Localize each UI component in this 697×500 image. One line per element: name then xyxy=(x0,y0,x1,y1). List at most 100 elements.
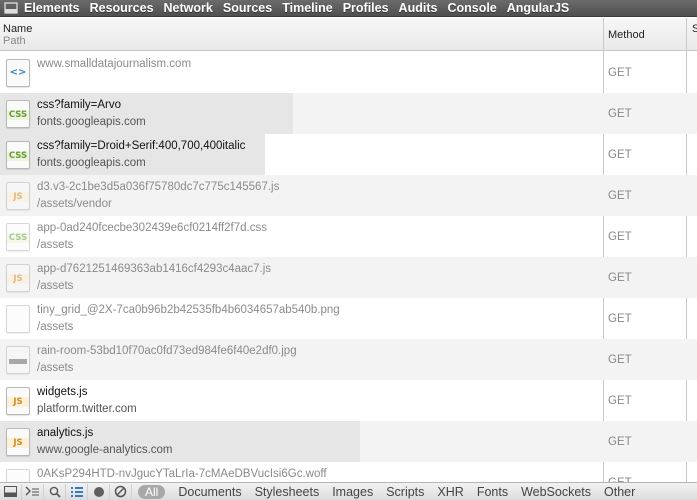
path-header-label: Path xyxy=(3,35,26,47)
request-name: css?family=Arvo xyxy=(37,99,122,111)
request-method: GET xyxy=(608,190,632,202)
record-button[interactable] xyxy=(88,483,110,500)
request-path: /assets xyxy=(37,321,74,333)
network-bottom-toolbar: All Documents Stylesheets Images Scripts… xyxy=(0,482,697,500)
request-method: GET xyxy=(608,436,632,448)
dock-side-icon xyxy=(4,486,17,497)
request-path: /assets xyxy=(37,239,74,251)
request-row[interactable]: tiny_grid_@2X-7ca0b96b2b42535fb4b6034657… xyxy=(0,298,697,339)
image-thumbnail xyxy=(9,359,27,364)
request-method: GET xyxy=(608,149,632,161)
filter-documents[interactable]: Documents xyxy=(178,485,241,499)
record-icon xyxy=(93,486,104,497)
icon-label: CSS xyxy=(7,151,29,161)
tab-profiles[interactable]: Profiles xyxy=(338,0,394,16)
css-icon: CSS xyxy=(6,223,30,251)
request-row[interactable]: <> www.smalldatajournalism.com GET xyxy=(0,52,697,93)
filter-all[interactable]: All xyxy=(138,484,166,499)
image-icon xyxy=(6,346,30,374)
filter-scripts[interactable]: Scripts xyxy=(386,485,424,499)
html-icon: <> xyxy=(6,59,30,87)
request-method: GET xyxy=(608,395,632,407)
filter-images[interactable]: Images xyxy=(332,485,373,499)
css-icon: CSS xyxy=(6,100,30,128)
request-path: fonts.googleapis.com xyxy=(37,116,146,128)
icon-label: <> xyxy=(9,67,27,78)
request-row[interactable]: JS d3.v3-2c1be3d5a036f75780dc7c775c145567… xyxy=(0,175,697,216)
icon-label: JS xyxy=(7,438,29,448)
tab-sources[interactable]: Sources xyxy=(218,0,277,16)
dock-side-button[interactable] xyxy=(0,483,22,500)
request-row[interactable]: JS analytics.js www.google-analytics.com GE… xyxy=(0,421,697,462)
request-name: analytics.js xyxy=(37,427,94,439)
filter-other[interactable]: Other xyxy=(604,485,635,499)
request-row[interactable]: CSS app-0ad240fcecbe302439e6cf0214ff2f7d.… xyxy=(0,216,697,257)
request-name: app-d7621251469363ab1416cf4293c4aac7.js xyxy=(37,263,272,275)
request-name: www.smalldatajournalism.com xyxy=(37,58,192,70)
icon-label: JS xyxy=(7,192,29,202)
tab-resources[interactable]: Resources xyxy=(85,0,159,16)
method-column-header[interactable]: Method xyxy=(608,29,645,41)
js-icon: JS xyxy=(6,264,30,292)
image-icon xyxy=(6,305,30,333)
clear-icon xyxy=(114,485,127,498)
request-name: app-0ad240fcecbe302439e6cf0214ff2f7d.css xyxy=(37,222,267,234)
request-row[interactable]: JS widgets.js platform.twitter.com GET xyxy=(0,380,697,421)
next-header-label: S xyxy=(692,23,697,35)
request-name: d3.v3-2c1be3d5a036f75780dc7c775c145567.j… xyxy=(37,181,280,193)
request-path: fonts.googleapis.com xyxy=(37,157,146,169)
tab-network[interactable]: Network xyxy=(159,0,218,16)
search-icon xyxy=(49,486,61,498)
request-name: 0AKsP294HTD-nvJgucYTaLrIa-7cMAeDBVucIsi6… xyxy=(37,468,327,480)
filter-websockets[interactable]: WebSockets xyxy=(521,485,591,499)
request-path: /assets xyxy=(37,280,74,292)
js-icon: JS xyxy=(6,428,30,456)
icon-label: CSS xyxy=(7,110,29,120)
request-row[interactable]: rain-room-53bd10f70ac0fd73ed984fe6f40e2d… xyxy=(0,339,697,380)
request-method: GET xyxy=(608,272,632,284)
request-path: www.google-analytics.com xyxy=(37,444,173,456)
panel-tab-bar: Elements Resources Network Sources Timel… xyxy=(0,0,697,17)
css-icon: CSS xyxy=(6,141,30,169)
request-method: GET xyxy=(608,354,632,366)
network-table-header: Name Path Method S xyxy=(0,18,697,51)
request-path: platform.twitter.com xyxy=(37,403,137,415)
search-button[interactable] xyxy=(44,483,66,500)
request-path: /assets xyxy=(37,362,74,374)
request-name: rain-room-53bd10f70ac0fd73ed984fe6f40e2d… xyxy=(37,345,297,357)
name-header-label: Name xyxy=(3,23,33,35)
request-method: GET xyxy=(608,67,632,79)
dock-icon[interactable] xyxy=(4,2,18,14)
js-icon: JS xyxy=(6,182,30,210)
request-method: GET xyxy=(608,231,632,243)
filter-xhr[interactable]: XHR xyxy=(437,485,463,499)
filter-fonts[interactable]: Fonts xyxy=(477,485,508,499)
list-view-button[interactable] xyxy=(66,483,88,500)
request-name: widgets.js xyxy=(37,386,88,398)
tab-angularjs[interactable]: AngularJS xyxy=(502,0,575,16)
list-view-icon xyxy=(70,486,83,497)
request-row[interactable]: JS app-d7621251469363ab1416cf4293c4aac7.j… xyxy=(0,257,697,298)
next-column-header[interactable]: S xyxy=(692,23,697,35)
filter-stylesheets[interactable]: Stylesheets xyxy=(255,485,320,499)
icon-label: CSS xyxy=(7,233,29,243)
show-console-button[interactable] xyxy=(22,483,44,500)
name-column-header[interactable]: Name Path xyxy=(3,23,32,47)
tab-audits[interactable]: Audits xyxy=(394,0,443,16)
request-path: /assets/vendor xyxy=(37,198,112,210)
request-name: css?family=Droid+Serif:400,700,400italic xyxy=(37,140,246,152)
js-icon: JS xyxy=(6,387,30,415)
clear-button[interactable] xyxy=(110,483,132,500)
request-method: GET xyxy=(608,313,632,325)
network-request-list: <> www.smalldatajournalism.com GET CSS css?f… xyxy=(0,52,697,482)
request-row[interactable]: CSS css?family=Arvo fonts.googleapis.com GE… xyxy=(0,93,697,134)
tab-console[interactable]: Console xyxy=(442,0,501,16)
icon-label: JS xyxy=(7,274,29,284)
request-method: GET xyxy=(608,108,632,120)
request-row[interactable]: CSS css?family=Droid+Serif:400,700,400ita… xyxy=(0,134,697,175)
icon-label: JS xyxy=(7,397,29,407)
request-name: tiny_grid_@2X-7ca0b96b2b42535fb4b6034657… xyxy=(37,304,340,316)
request-row[interactable]: 0AKsP294HTD-nvJgucYTaLrIa-7cMAeDBVucIsi6… xyxy=(0,462,697,482)
tab-timeline[interactable]: Timeline xyxy=(277,0,337,16)
image-icon xyxy=(6,469,30,482)
